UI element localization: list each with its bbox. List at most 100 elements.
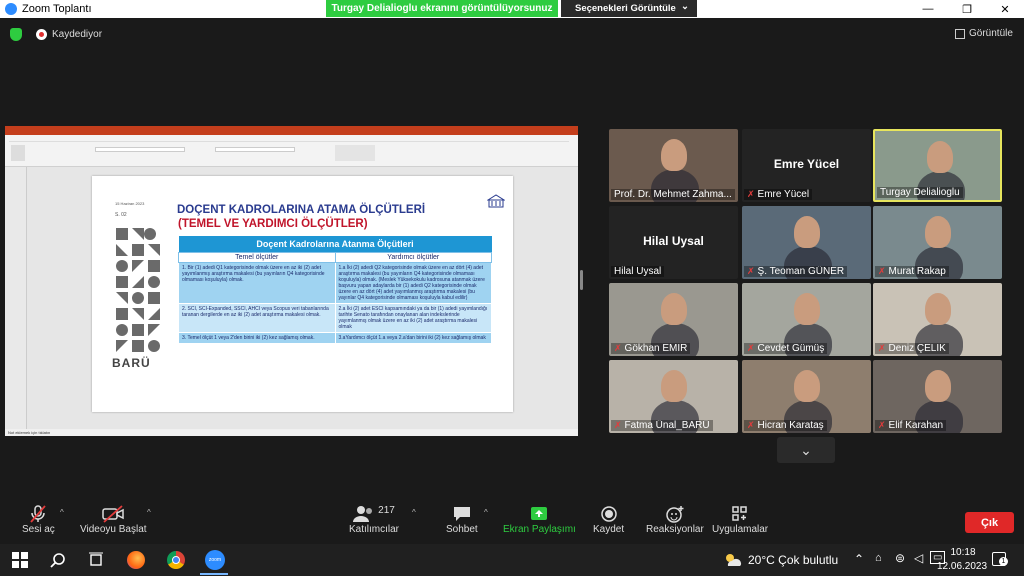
participant-tile[interactable]: ✗ Elif Karahan — [873, 360, 1002, 433]
search-icon[interactable] — [48, 550, 68, 570]
participant-name: Cevdet Gümüş — [757, 343, 825, 354]
chevron-down-icon[interactable]: ⌄ — [777, 437, 835, 463]
baru-logo: BARÜ — [112, 356, 151, 370]
task-view-icon[interactable] — [86, 550, 106, 570]
zoom-app-icon[interactable]: zoom — [204, 550, 226, 570]
share-screen-button[interactable]: Ekran Paylaşımı — [503, 504, 576, 535]
clock-time[interactable]: 10:18 — [946, 547, 980, 558]
unmute-button[interactable]: Sesi aç — [22, 504, 55, 535]
participant-tile[interactable]: Prof. Dr. Mehmet Zahma... — [609, 129, 738, 202]
participant-face — [925, 370, 951, 402]
volume-icon[interactable]: ◁ — [914, 551, 923, 565]
participant-name: Hilal Uysal — [614, 266, 662, 277]
slide-thumbnails[interactable] — [5, 167, 27, 429]
windows-taskbar: zoom 20°C Çok bulutlu ⌃ ⌂ ⊜ ◁ ▭ 10:18 12… — [0, 544, 1024, 576]
view-options-button[interactable]: Seçenekleri Görüntüle ⌄ — [561, 0, 697, 17]
participant-name: Ş. Teoman GÜNER — [757, 266, 845, 277]
participant-tile[interactable]: ✗ Fatma Ünal_BARÜ — [609, 360, 738, 433]
participant-name: Fatma Ünal_BARÜ — [624, 420, 710, 431]
participants-icon: 217 — [353, 504, 395, 524]
participant-face — [925, 216, 951, 248]
microphone-muted-icon: ✗ — [878, 266, 886, 276]
participant-face — [794, 370, 820, 402]
table-row: 3. Temel ölçüt 1 veya 2'den birini iki (… — [178, 331, 492, 344]
participant-tile[interactable]: Emre Yücel ✗ Emre Yücel — [742, 129, 871, 202]
apps-button[interactable]: Uygulamalar — [712, 504, 768, 535]
microphone-muted-icon: ✗ — [747, 343, 755, 353]
audio-options-caret[interactable]: ^ — [60, 508, 64, 517]
slide-number: S. 02 — [115, 212, 127, 218]
meeting-toolbar: Sesi aç ^ Videoyu Başlat ^ 217 Katılımcı… — [0, 498, 1024, 544]
participant-name: Emre Yücel — [757, 189, 810, 200]
participant-tile[interactable]: ✗ Cevdet Gümüş — [742, 283, 871, 356]
chat-options-caret[interactable]: ^ — [484, 508, 488, 517]
recording-label: Kaydediyor — [52, 29, 103, 40]
table-cell: 3.aYardımcı ölçüt 1.a veya 2.a'dan birin… — [334, 331, 492, 344]
participant-name: Hicran Karataş — [757, 420, 824, 431]
chrome-icon[interactable] — [166, 550, 186, 570]
participant-name: Prof. Dr. Mehmet Zahma... — [614, 189, 732, 200]
participant-tile[interactable]: ✗ Ş. Teoman GÜNER — [742, 206, 871, 279]
wifi-icon[interactable]: ⊜ — [895, 551, 905, 565]
table-row: 2. SCI, SCI-Expanded, SSCI, AHCI veya Sc… — [178, 302, 492, 333]
reactions-button[interactable]: Reaksiyonlar — [646, 504, 704, 535]
microphone-muted-icon: ✗ — [614, 420, 622, 430]
table-cell: 3. Temel ölçüt 1 veya 2'den birini iki (… — [178, 331, 336, 344]
chat-icon — [452, 504, 472, 524]
participant-tile[interactable]: ✗ Gökhan EMİR — [609, 283, 738, 356]
restore-button[interactable]: ❐ — [952, 0, 982, 18]
unmute-label: Sesi aç — [22, 524, 55, 535]
powerpoint-titlebar — [5, 126, 578, 135]
participants-options-caret[interactable]: ^ — [412, 508, 416, 517]
view-options-label: Seçenekleri Görüntüle — [575, 3, 676, 14]
table-cell: 1.a İki (2) adedi Q2 kategorisinde olmak… — [334, 261, 492, 304]
screen-share-banner: Turgay Delialioglu ekranını görüntülüyor… — [326, 0, 558, 17]
firefox-icon[interactable] — [126, 550, 146, 570]
weather-text[interactable]: 20°C Çok bulutlu — [748, 553, 838, 567]
resize-handle[interactable] — [580, 270, 583, 290]
building-icon — [487, 194, 505, 208]
clock-date[interactable]: 12.06.2023 — [937, 561, 987, 572]
participant-tile[interactable]: ✗ Murat Rakap — [873, 206, 1002, 279]
participant-tile[interactable]: ✗ Hicran Karataş — [742, 360, 871, 433]
participants-count: 217 — [378, 504, 395, 516]
chat-button[interactable]: Sohbet — [446, 504, 478, 535]
table-row: 1. Bir (1) adedi Q1 kategorisinde olmak … — [178, 261, 492, 304]
shield-icon[interactable] — [10, 28, 22, 41]
participants-label: Katılımcılar — [349, 524, 400, 535]
shared-screen: 15 Haziran 2023 S. 02 BARÜ DOÇENT KADROL… — [5, 126, 578, 436]
participant-label: ✗ Elif Karahan — [875, 420, 947, 431]
notifications-icon[interactable]: 1 — [992, 552, 1008, 566]
participant-face — [927, 141, 953, 173]
view-button[interactable]: Görüntüle — [969, 28, 1013, 39]
windows-start-icon[interactable] — [10, 550, 30, 570]
participant-label: ✗ Hicran Karataş — [744, 420, 827, 431]
start-video-button[interactable]: Videoyu Başlat — [80, 504, 147, 535]
participant-face — [794, 216, 820, 248]
participant-face — [925, 293, 951, 325]
close-button[interactable]: ✕ — [990, 0, 1020, 18]
leave-button[interactable]: Çık — [965, 512, 1014, 533]
microphone-muted-icon: ✗ — [747, 420, 755, 430]
tray-expand-icon[interactable]: ⌃ — [854, 552, 864, 566]
apps-icon — [731, 504, 749, 524]
participants-button[interactable]: 217 Katılımcılar — [349, 504, 400, 536]
grid-view-icon[interactable] — [955, 29, 965, 39]
participant-name: Elif Karahan — [888, 420, 944, 431]
record-button[interactable]: Kaydet — [593, 504, 624, 535]
participant-tile[interactable]: Turgay Delialioglu — [873, 129, 1002, 202]
microphone-muted-icon — [28, 504, 48, 524]
powerpoint-statusbar: Not eklemek için tıklatın — [5, 429, 578, 436]
zoom-logo-icon — [5, 3, 17, 15]
network-icon[interactable]: ⌂ — [875, 552, 882, 564]
participant-name-display: Hilal Uysal — [643, 234, 704, 248]
weather-icon[interactable] — [723, 550, 743, 570]
microphone-muted-icon: ✗ — [747, 266, 755, 276]
table-header: Temel ölçütler — [178, 251, 336, 263]
active-app-indicator — [200, 573, 228, 575]
participant-tile[interactable]: ✗ Deniz ÇELİK — [873, 283, 1002, 356]
video-options-caret[interactable]: ^ — [147, 508, 151, 517]
participant-tile[interactable]: Hilal Uysal Hilal Uysal — [609, 206, 738, 279]
minimize-button[interactable]: — — [913, 0, 943, 18]
chevron-down-icon: ⌄ — [681, 1, 689, 12]
